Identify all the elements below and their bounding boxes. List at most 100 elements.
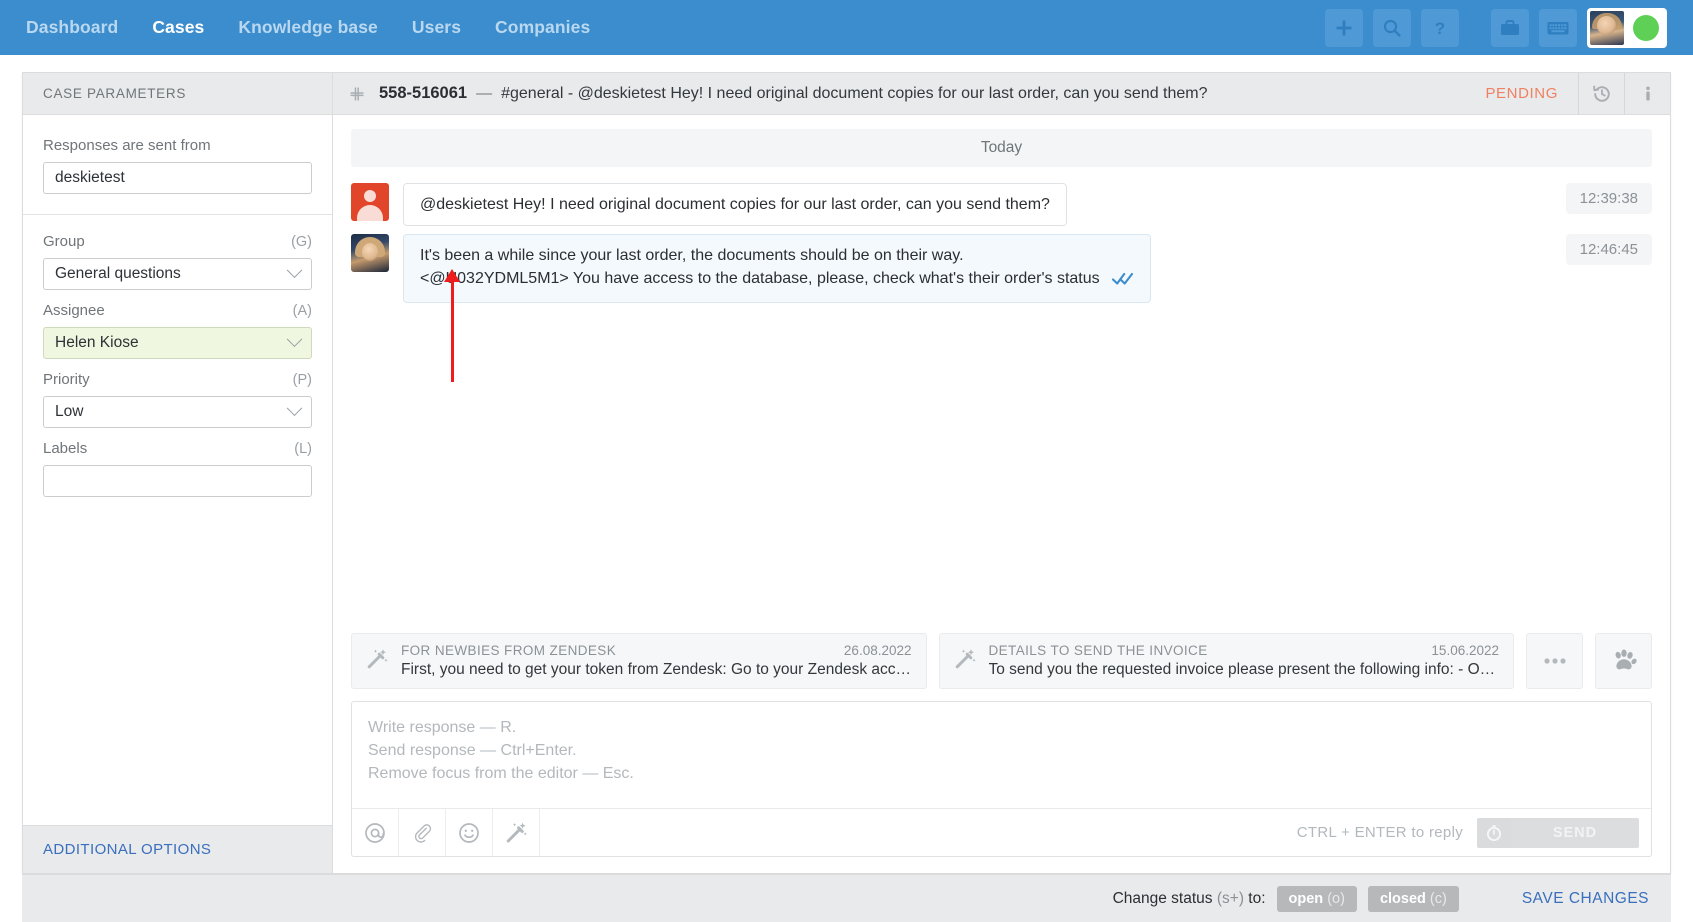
message-row: @deskietest Hey! I need original documen…	[351, 183, 1652, 227]
client-avatar	[351, 183, 389, 221]
chevron-down-icon	[286, 261, 303, 278]
canned-response-date: 15.06.2022	[1431, 643, 1499, 658]
change-status-shortcut: (s+)	[1216, 889, 1244, 907]
sidebar-fields: Responses are sent from deskietest Group…	[23, 115, 332, 825]
assignee-select[interactable]: Helen Kiose	[43, 327, 312, 359]
macros-button[interactable]	[493, 809, 540, 856]
magic-wand-icon	[506, 822, 527, 842]
field-hint-labels: (L)	[294, 441, 312, 457]
responses-from-input[interactable]: deskietest	[43, 162, 312, 194]
nav-link-users[interactable]: Users	[412, 17, 461, 38]
field-labels: Labels (L)	[43, 440, 312, 497]
field-hint-assignee: (A)	[292, 303, 312, 319]
message-bubble: It's been a while since your last order,…	[403, 234, 1152, 303]
online-status-indicator[interactable]	[1633, 14, 1659, 41]
sidebar-divider	[23, 214, 332, 215]
canned-response-card[interactable]: FOR NEWBIES FROM ZENDESK 26.08.2022 Firs…	[351, 633, 927, 689]
case-main-panel: 558-516061 — #general - @deskietest Hey!…	[333, 72, 1670, 873]
paw-icon	[1615, 649, 1637, 670]
field-assignee: Assignee (A) Helen Kiose	[43, 302, 312, 359]
priority-select[interactable]: Low	[43, 396, 312, 428]
canned-response-preview: First, you need to get your token from Z…	[401, 661, 912, 678]
editor-toolbar: CTRL + ENTER to reply SEND	[352, 808, 1651, 856]
editor-hint-line-3: Remove focus from the editor — Esc.	[368, 765, 634, 783]
field-hint-group: (G)	[291, 234, 312, 250]
help-button[interactable]: ?	[1421, 8, 1459, 47]
case-header: 558-516061 — #general - @deskietest Hey!…	[333, 72, 1670, 115]
history-button[interactable]	[1578, 72, 1624, 115]
send-button[interactable]: SEND	[1511, 817, 1639, 848]
message-bubble: @deskietest Hey! I need original documen…	[403, 183, 1067, 227]
user-menu[interactable]	[1587, 7, 1667, 48]
search-icon	[1383, 19, 1401, 37]
nav-link-dashboard[interactable]: Dashboard	[26, 17, 118, 38]
canned-response-head: FOR NEWBIES FROM ZENDESK 26.08.2022	[401, 643, 912, 658]
slack-icon	[347, 84, 367, 104]
nav-link-companies[interactable]: Companies	[495, 17, 590, 38]
field-responses-from: Responses are sent from deskietest	[43, 137, 312, 194]
page-body: CASE PARAMETERS Responses are sent from …	[0, 55, 1693, 922]
canned-response-body: DETAILS TO SEND THE INVOICE 15.06.2022 T…	[989, 643, 1500, 679]
case-footer-bar: Change status (s+) to: open (o) closed (…	[22, 874, 1671, 922]
status-closed-button[interactable]: closed (c)	[1367, 885, 1459, 912]
field-label-responses-from: Responses are sent from	[43, 137, 211, 154]
add-button[interactable]	[1325, 8, 1363, 47]
response-editor: Write response — R. Send response — Ctrl…	[351, 701, 1652, 857]
briefcase-button[interactable]	[1491, 8, 1529, 47]
editor-hint-line-2: Send response — Ctrl+Enter.	[368, 742, 577, 760]
nav-links: Dashboard Cases Knowledge base Users Com…	[26, 17, 590, 38]
response-input[interactable]: Write response — R. Send response — Ctrl…	[352, 702, 1651, 808]
mention-button[interactable]	[352, 809, 399, 856]
keyboard-button[interactable]	[1539, 8, 1577, 47]
canned-response-title: FOR NEWBIES FROM ZENDESK	[401, 643, 617, 658]
canned-response-head: DETAILS TO SEND THE INVOICE 15.06.2022	[989, 643, 1500, 658]
help-icon: ?	[1435, 19, 1445, 38]
nav-actions: ?	[1325, 7, 1667, 48]
field-group: Group (G) General questions	[43, 233, 312, 290]
field-hint-priority: (P)	[292, 372, 312, 388]
briefcase-icon	[1501, 19, 1519, 35]
search-button[interactable]	[1373, 8, 1411, 47]
additional-options-link[interactable]: ADDITIONAL OPTIONS	[43, 841, 211, 858]
page-title: #general - @deskietest Hey! I need origi…	[501, 84, 1208, 102]
message-line-2: <@U032YDML5M1> You have access to the da…	[420, 267, 1134, 292]
field-priority: Priority (P) Low	[43, 371, 312, 428]
status-closed-shortcut: (c)	[1429, 890, 1447, 907]
field-label-labels: Labels (L)	[43, 440, 312, 457]
nav-link-knowledge-base[interactable]: Knowledge base	[238, 17, 378, 38]
labels-input[interactable]	[43, 465, 312, 497]
nav-link-cases[interactable]: Cases	[152, 17, 204, 38]
more-options-icon	[1543, 658, 1566, 664]
save-changes-button[interactable]: SAVE CHANGES	[1522, 890, 1649, 908]
avatar	[1590, 10, 1624, 45]
delayed-send-button[interactable]	[1477, 817, 1511, 848]
field-label-group: Group (G)	[43, 233, 312, 250]
info-button[interactable]	[1624, 72, 1670, 115]
magic-wand-icon	[366, 648, 388, 675]
canned-response-date: 26.08.2022	[843, 643, 912, 658]
message-line-1: It's been a while since your last order,…	[420, 247, 964, 265]
response-editor-wrap: Write response — R. Send response — Ctrl…	[333, 701, 1670, 873]
canned-responses-row: FOR NEWBIES FROM ZENDESK 26.08.2022 Firs…	[333, 633, 1670, 701]
case-parameters-sidebar: CASE PARAMETERS Responses are sent from …	[23, 73, 333, 873]
case-separator: —	[476, 84, 493, 102]
add-icon	[1336, 20, 1352, 35]
group-select[interactable]: General questions	[43, 258, 312, 290]
message-row: It's been a while since your last order,…	[351, 234, 1652, 303]
sidebar-footer: ADDITIONAL OPTIONS	[23, 825, 332, 873]
status-badge: PENDING	[1485, 85, 1558, 102]
more-options-button[interactable]	[1526, 633, 1583, 689]
chevron-down-icon	[286, 399, 303, 416]
emoji-button[interactable]	[446, 809, 493, 856]
day-separator: Today	[351, 129, 1652, 167]
case-id: 558-516061	[379, 84, 468, 102]
paw-button[interactable]	[1595, 633, 1652, 689]
timer-icon	[1487, 824, 1501, 841]
field-label-priority: Priority (P)	[43, 371, 312, 388]
svg-text:?: ?	[1435, 19, 1445, 38]
status-open-button[interactable]: open (o)	[1276, 885, 1357, 912]
attachment-icon	[414, 823, 432, 843]
canned-response-card[interactable]: DETAILS TO SEND THE INVOICE 15.06.2022 T…	[938, 633, 1514, 689]
attachment-button[interactable]	[399, 809, 446, 856]
chevron-down-icon	[286, 330, 303, 347]
